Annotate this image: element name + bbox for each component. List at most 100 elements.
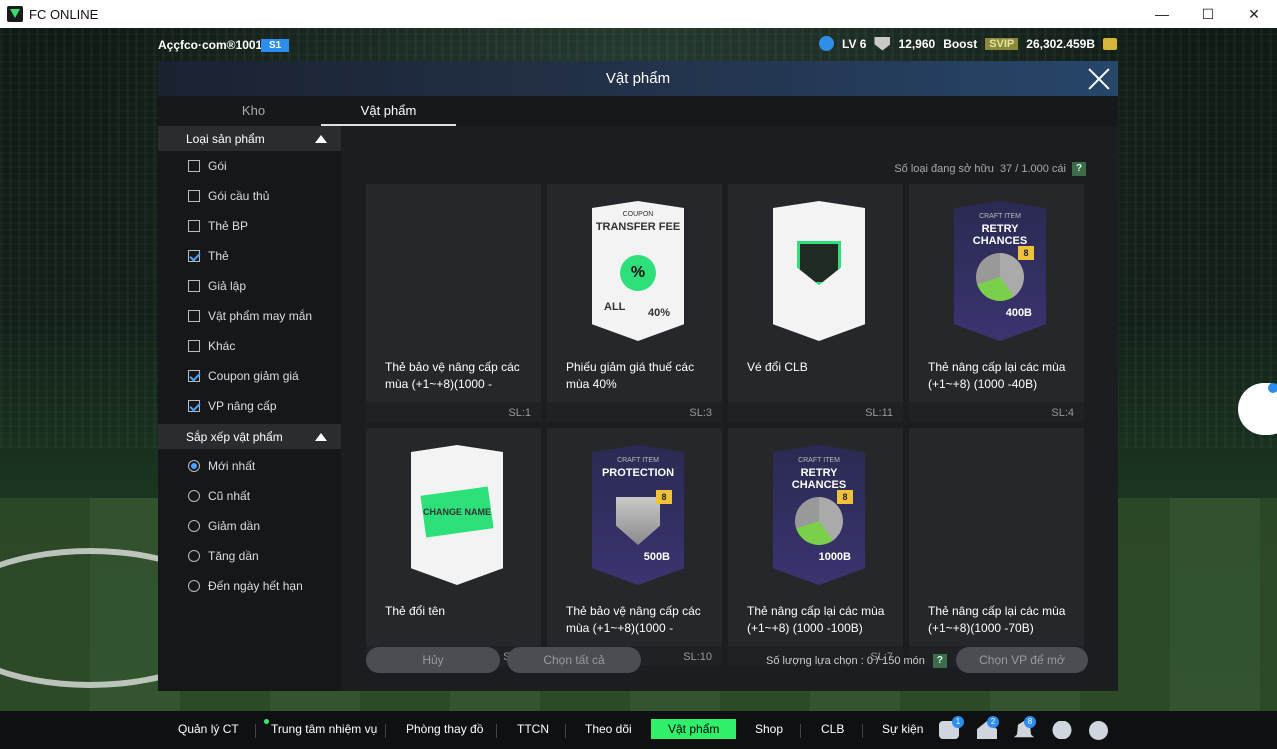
nav-vat-pham[interactable]: Vật phẩm — [651, 719, 737, 739]
filter-option[interactable]: Gói cầu thủ — [158, 181, 341, 211]
item-card[interactable]: Vé đổi CLB SL:11 — [728, 184, 903, 422]
sort-title: Sắp xếp vật phẩm — [186, 429, 283, 444]
chat-badge: 1 — [952, 716, 964, 728]
gear-icon[interactable] — [1089, 721, 1108, 740]
sort-option[interactable]: Đến ngày hết hạn — [158, 571, 341, 601]
sort-option-label: Giảm dần — [208, 519, 261, 533]
bottom-nav: Quản lý CT Trung tâm nhiệm vụ Phòng thay… — [0, 711, 1277, 749]
sort-option[interactable]: Giảm dần — [158, 511, 341, 541]
item-card[interactable]: Thẻ bảo vệ nâng cấp các mùa (+1~+8)(1000… — [366, 184, 541, 422]
checkbox[interactable] — [188, 280, 200, 292]
checkbox[interactable] — [188, 220, 200, 232]
selection-count: Số lượng lựa chọn : 0 / 150 món ? — [766, 654, 947, 668]
art-value: 400B — [1005, 307, 1032, 319]
shield-value: 12,960 — [898, 36, 936, 51]
radio[interactable] — [188, 580, 200, 592]
art-all: ALL — [604, 301, 626, 313]
modal-title: Vật phẩm — [605, 70, 671, 87]
item-card[interactable]: CRAFT ITEM RETRY CHANCES 8 1000B Thẻ nâng cấ… — [728, 428, 903, 666]
item-name: Phiếu giảm giá thuế các mùa 40% — [566, 360, 695, 391]
radio[interactable] — [188, 550, 200, 562]
help-icon[interactable]: ? — [1072, 162, 1086, 176]
filter-option[interactable]: Khác — [158, 331, 341, 361]
maximize-button[interactable]: ☐ — [1185, 0, 1231, 28]
nav-theo-doi[interactable]: Theo dõi — [585, 722, 632, 736]
select-all-button[interactable]: Chọn tất cả — [507, 647, 641, 673]
art-top-label: CRAFT ITEM — [617, 457, 659, 464]
filter-option-label: Giả lập — [208, 279, 247, 293]
window-controls: — ☐ ✕ — [1139, 0, 1277, 28]
cancel-button[interactable]: Hủy — [366, 647, 500, 673]
svip-badge: SVIP — [985, 37, 1019, 50]
item-card[interactable]: Thẻ nâng cấp lại các mùa (+1~+8)(1000 -7… — [909, 428, 1084, 666]
filter-option[interactable]: Thẻ BP — [158, 211, 341, 241]
checkbox[interactable] — [188, 370, 200, 382]
radio[interactable] — [188, 490, 200, 502]
nav-clb[interactable]: CLB — [821, 722, 844, 736]
tab-kho[interactable]: Kho — [186, 96, 321, 126]
filter-option-label: Gói cầu thủ — [208, 189, 270, 203]
help-icon[interactable]: ? — [932, 654, 947, 668]
home-badge: 2 — [987, 716, 999, 728]
item-card[interactable]: CHANGE NAMEThẻ đổi tênSL:11 — [366, 428, 541, 666]
nav-shop[interactable]: Shop — [755, 722, 783, 736]
tab-vat-pham[interactable]: Vật phẩm — [321, 96, 456, 126]
item-card[interactable]: CRAFT ITEM PROTECTION 8 500B Thẻ bảo vệ nâng… — [547, 428, 722, 666]
filter-option[interactable]: Giả lập — [158, 271, 341, 301]
checkbox[interactable] — [188, 160, 200, 172]
filter-option-label: Vật phẩm may mắn — [208, 309, 313, 323]
sort-header[interactable]: Sắp xếp vật phẩm — [158, 424, 341, 449]
nav-phong-thay-do[interactable]: Phòng thay đồ — [406, 722, 483, 736]
filter-option[interactable]: Coupon giảm giá — [158, 361, 341, 391]
product-type-list: Gói Gói cầu thủ Thẻ BP Thẻ Giả lập Vật phẩm m… — [158, 151, 341, 421]
product-type-header[interactable]: Loại sản phẩm — [158, 126, 341, 151]
coupon-card-art: COUPON TRANSFER FEE% ALL 40% — [592, 201, 684, 341]
window-close-button[interactable]: ✕ — [1231, 0, 1277, 28]
filter-option[interactable]: Gói — [158, 151, 341, 181]
checkbox[interactable] — [188, 400, 200, 412]
product-type-title: Loại sản phẩm — [186, 131, 265, 146]
profile-icon[interactable] — [1052, 721, 1072, 739]
percent-icon: % — [620, 255, 656, 291]
boost-label: Boost — [943, 36, 978, 51]
retry-arrows-icon — [795, 497, 843, 545]
radio[interactable] — [188, 460, 200, 472]
item-card[interactable]: CRAFT ITEM RETRY CHANCES 8 400B Thẻ nâng cấp… — [909, 184, 1084, 422]
nav-quan-ly-ct[interactable]: Quản lý CT — [178, 722, 239, 736]
sort-option[interactable]: Cũ nhất — [158, 481, 341, 511]
filter-option[interactable]: Vật phẩm may mắn — [158, 301, 341, 331]
item-card[interactable]: COUPON TRANSFER FEE% ALL 40% Phiếu giảm giá … — [547, 184, 722, 422]
filter-option-label: Khác — [208, 339, 236, 353]
nav-divider — [385, 724, 386, 738]
art-label: RETRY CHANCES — [791, 467, 847, 491]
modal-tabs: Kho Vật phẩm — [158, 96, 1118, 126]
checkbox[interactable] — [188, 310, 200, 322]
art-value: 40% — [647, 307, 670, 319]
filter-option[interactable]: VP nâng cấp — [158, 391, 341, 421]
nav-su-kien[interactable]: Sự kiện — [882, 722, 923, 736]
filter-option-label: Gói — [208, 159, 227, 173]
sort-option[interactable]: Mới nhất — [158, 451, 341, 481]
checkbox[interactable] — [188, 250, 200, 262]
owned-label: Số loại đang sở hữu — [894, 163, 994, 175]
filter-option[interactable]: Thẻ — [158, 241, 341, 271]
art-label: CHANGE NAME — [422, 507, 491, 517]
art-top-label: CRAFT ITEM — [798, 457, 840, 464]
level-value: LV 6 — [842, 36, 867, 51]
minimize-button[interactable]: — — [1139, 0, 1185, 28]
chat-icon[interactable]: 1 — [939, 716, 964, 739]
nav-trung-tam-nhiem-vu[interactable]: Trung tâm nhiệm vụ — [271, 722, 377, 736]
item-name: Thẻ bảo vệ nâng cấp các mùa (+1~+8)(1000… — [385, 360, 520, 391]
item-name: Thẻ đổi tên — [385, 604, 446, 618]
item-qty: SL:1 — [508, 407, 531, 419]
checkbox[interactable] — [188, 340, 200, 352]
sort-option[interactable]: Tăng dần — [158, 541, 341, 571]
craft-item-art: CRAFT ITEM RETRY CHANCES 8 400B — [954, 201, 1046, 341]
open-items-button[interactable]: Chọn VP để mở — [956, 647, 1088, 673]
nav-ttcn[interactable]: TTCN — [517, 722, 549, 736]
collapse-up-icon — [315, 432, 327, 441]
checkbox[interactable] — [188, 190, 200, 202]
nav-divider — [255, 724, 256, 738]
modal-close-icon[interactable] — [1086, 66, 1112, 92]
radio[interactable] — [188, 520, 200, 532]
